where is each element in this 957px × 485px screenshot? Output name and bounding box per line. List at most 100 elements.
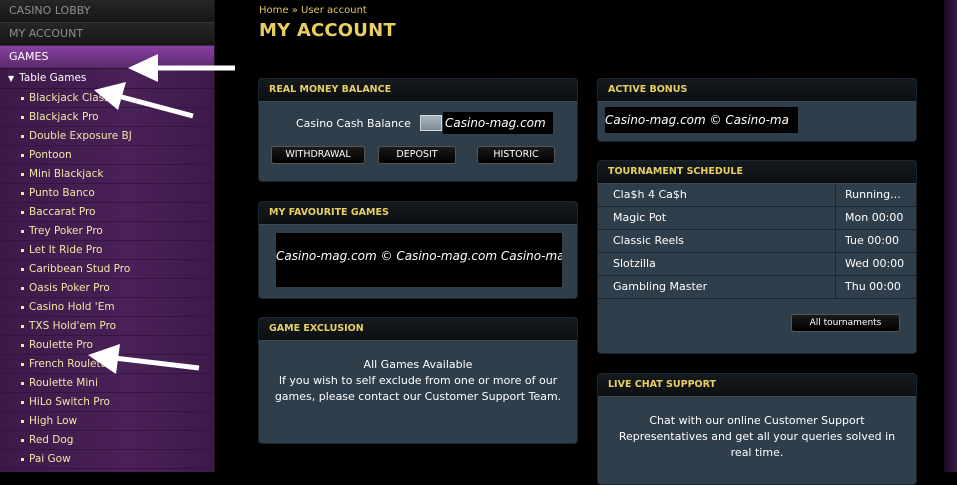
bullet-icon <box>21 154 24 157</box>
tournament-time: Mon 00:00 <box>845 211 904 224</box>
game-list-item[interactable]: Mini Blackjack <box>0 165 214 184</box>
game-list-item-label: Oasis Poker Pro <box>29 282 110 294</box>
game-list-item-label: TXS Hold'em Pro <box>29 320 117 332</box>
chat-panel-title: LIVE CHAT SUPPORT <box>598 374 916 397</box>
game-list-item[interactable]: Oasis Poker Pro <box>0 279 214 298</box>
game-list-item-label: Pontoon <box>29 149 72 161</box>
nav-my-account[interactable]: MY ACCOUNT <box>0 23 214 46</box>
bullet-icon <box>21 230 24 233</box>
tournament-row[interactable]: Classic Reels Tue 00:00 <box>598 230 916 253</box>
bullet-icon <box>21 249 24 252</box>
tournament-name: Magic Pot <box>613 211 667 224</box>
balance-panel: REAL MONEY BALANCE Casino Cash Balance C… <box>258 78 578 182</box>
game-list-item-label: Red Dog <box>29 434 74 446</box>
tournament-time: Wed 00:00 <box>845 257 905 270</box>
tournament-time: Running... <box>845 188 901 201</box>
bullet-icon <box>21 97 24 100</box>
game-list-item-label: HiLo Switch Pro <box>29 396 110 408</box>
bonus-panel-title: ACTIVE BONUS <box>598 79 916 102</box>
nav-category-label: Table Games <box>19 72 87 84</box>
bullet-icon <box>21 306 24 309</box>
game-list-item-label: Pai Gow <box>29 453 71 465</box>
game-list-item[interactable]: Caribbean Stud Pro <box>0 260 214 279</box>
game-list-item-label: Double Exposure BJ <box>29 130 132 142</box>
chat-panel: LIVE CHAT SUPPORT Chat with our online C… <box>597 373 917 485</box>
game-list-item[interactable]: Pontoon <box>0 146 214 165</box>
balance-panel-title: REAL MONEY BALANCE <box>259 79 577 102</box>
breadcrumb-home-link[interactable]: Home <box>259 5 289 16</box>
bullet-icon <box>21 458 24 461</box>
bullet-icon <box>21 268 24 271</box>
balance-value-box <box>420 115 442 131</box>
triangle-down-icon: ▼ <box>8 74 15 83</box>
favourites-panel-title: MY FAVOURITE GAMES <box>259 202 577 225</box>
tournament-row[interactable]: Gambling Master Thu 00:00 <box>598 276 916 299</box>
breadcrumb-separator: » <box>291 5 298 16</box>
breadcrumb: Home » User account <box>259 5 367 16</box>
bullet-icon <box>21 211 24 214</box>
tournament-name: Classic Reels <box>613 234 685 247</box>
game-list-item-label: High Low <box>29 415 78 427</box>
game-list-item[interactable]: Trey Poker Pro <box>0 222 214 241</box>
column-divider <box>835 184 836 206</box>
bullet-icon <box>21 325 24 328</box>
favourites-panel: MY FAVOURITE GAMES Casino-mag.com © Casi… <box>258 201 578 299</box>
bullet-icon <box>21 344 24 347</box>
game-list-item[interactable]: Punto Banco <box>0 184 214 203</box>
bullet-icon <box>21 439 24 442</box>
breadcrumb-current: User account <box>301 5 367 16</box>
game-list-item[interactable]: Casino Hold 'Em <box>0 298 214 317</box>
chat-info[interactable]: Chat with our online Customer Support Re… <box>608 413 906 461</box>
annotation-arrow-icon <box>88 344 200 374</box>
deposit-button[interactable]: DEPOSIT <box>378 146 456 164</box>
column-divider <box>835 230 836 252</box>
game-list: Blackjack Classic Blackjack Pro Double Exp… <box>0 89 214 469</box>
tournament-time: Thu 00:00 <box>845 280 901 293</box>
watermark: Casino-mag.com <box>443 112 553 134</box>
game-list-item[interactable]: Baccarat Pro <box>0 203 214 222</box>
game-list-item[interactable]: Red Dog <box>0 431 214 450</box>
game-list-item-label: Punto Banco <box>29 187 95 199</box>
bullet-icon <box>21 116 24 119</box>
game-list-item[interactable]: Let It Ride Pro <box>0 241 214 260</box>
tournament-panel-title: TOURNAMENT SCHEDULE <box>598 161 916 184</box>
game-list-item[interactable]: Pai Gow <box>0 450 214 469</box>
tournament-name: Cla$h 4 Ca$h <box>613 188 687 201</box>
game-list-item-label: Baccarat Pro <box>29 206 96 218</box>
tournament-row[interactable]: Slotzilla Wed 00:00 <box>598 253 916 276</box>
tournament-name: Gambling Master <box>613 280 708 293</box>
game-list-item-label: Casino Hold 'Em <box>29 301 115 313</box>
bonus-panel: ACTIVE BONUS Casino-mag.com © Casino-ma <box>597 78 917 142</box>
historic-button[interactable]: HISTORIC <box>477 146 555 164</box>
game-list-item[interactable]: HiLo Switch Pro <box>0 393 214 412</box>
tournament-row[interactable]: Cla$h 4 Ca$h Running... <box>598 184 916 207</box>
exclusion-panel: GAME EXCLUSION All Games Available If yo… <box>258 317 578 444</box>
exclusion-info: If you wish to self exclude from one or … <box>274 374 562 403</box>
game-list-item-label: Caribbean Stud Pro <box>29 263 131 275</box>
all-tournaments-button[interactable]: All tournaments <box>791 314 900 332</box>
column-divider <box>835 276 836 298</box>
exclusion-panel-title: GAME EXCLUSION <box>259 318 577 341</box>
bullet-icon <box>21 363 24 366</box>
nav-casino-lobby[interactable]: CASINO LOBBY <box>0 0 214 23</box>
bullet-icon <box>21 192 24 195</box>
tournament-row[interactable]: Magic Pot Mon 00:00 <box>598 207 916 230</box>
withdrawal-button[interactable]: WITHDRAWAL <box>271 146 365 164</box>
watermark: Casino-mag.com © Casino-ma <box>605 107 798 133</box>
annotation-arrow-icon <box>94 82 194 119</box>
game-list-item[interactable]: Double Exposure BJ <box>0 127 214 146</box>
bullet-icon <box>21 287 24 290</box>
bullet-icon <box>21 382 24 385</box>
game-list-item[interactable]: TXS Hold'em Pro <box>0 317 214 336</box>
tournament-panel: TOURNAMENT SCHEDULE Cla$h 4 Ca$h Running.… <box>597 160 917 354</box>
exclusion-status: All Games Available <box>363 358 473 371</box>
game-list-item[interactable]: High Low <box>0 412 214 431</box>
bullet-icon <box>21 135 24 138</box>
column-divider <box>835 253 836 275</box>
page-border <box>944 0 957 472</box>
bullet-icon <box>21 420 24 423</box>
tournament-name: Slotzilla <box>613 257 656 270</box>
game-list-item-label: Let It Ride Pro <box>29 244 103 256</box>
bullet-icon <box>21 173 24 176</box>
game-list-item-label: Mini Blackjack <box>29 168 104 180</box>
